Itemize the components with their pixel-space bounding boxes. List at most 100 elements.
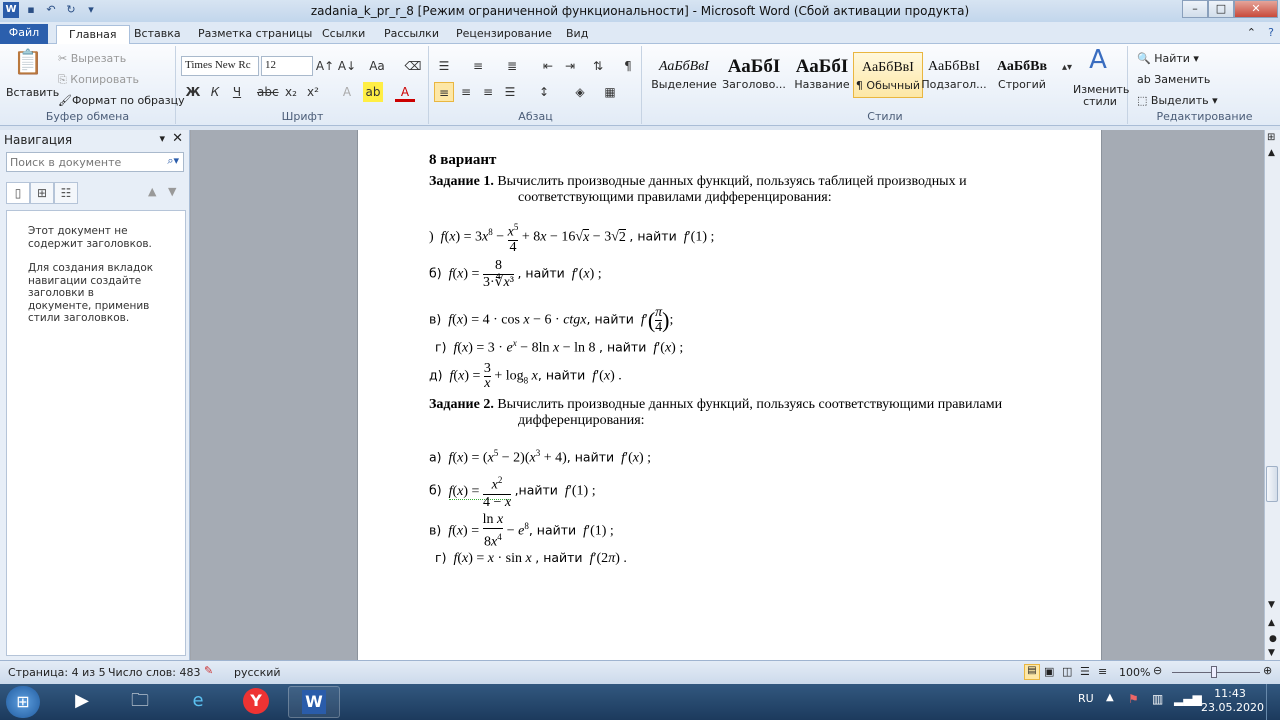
document-page[interactable]: 8 вариант Задание 1. Вычислить производн… bbox=[357, 130, 1102, 660]
zoom-out-icon[interactable]: ⊖ bbox=[1153, 664, 1162, 677]
ruler-toggle-icon[interactable]: ⊞ bbox=[1267, 132, 1275, 143]
zoom-in-icon[interactable]: ⊕ bbox=[1263, 664, 1272, 677]
close-button[interactable]: ✕ bbox=[1234, 0, 1278, 18]
strikethrough-icon[interactable]: abc bbox=[257, 82, 279, 102]
select-button[interactable]: ⬚ Выделить ▾ bbox=[1137, 94, 1218, 107]
nav-tab-headings[interactable]: ▯ bbox=[6, 182, 30, 204]
input-language[interactable]: RU bbox=[1078, 692, 1094, 705]
media-player-icon[interactable]: ▶ bbox=[56, 686, 108, 718]
view-print-layout-icon[interactable]: ▤ bbox=[1024, 664, 1040, 680]
superscript-icon[interactable]: x² bbox=[303, 82, 323, 102]
numbering-icon[interactable]: ≡ bbox=[468, 56, 488, 76]
nav-tab-pages[interactable]: ⊞ bbox=[30, 182, 54, 204]
view-outline-icon[interactable]: ☰ bbox=[1080, 665, 1090, 678]
nav-menu-icon[interactable]: ▾ bbox=[159, 132, 165, 145]
view-fullscreen-icon[interactable]: ▣ bbox=[1044, 665, 1054, 678]
ribbon-minimize-icon[interactable]: ⌃ bbox=[1247, 26, 1256, 39]
start-button-icon[interactable]: ⊞ bbox=[6, 686, 40, 718]
style-emphasis[interactable]: АаБбВвІ Выделение bbox=[649, 52, 719, 98]
tab-page-layout[interactable]: Разметка страницы bbox=[186, 25, 324, 44]
tab-file[interactable]: Файл bbox=[0, 24, 48, 44]
increase-indent-icon[interactable]: ⇥ bbox=[560, 56, 580, 76]
bullets-icon[interactable]: ☰ bbox=[434, 56, 454, 76]
replace-button[interactable]: ab Заменить bbox=[1137, 73, 1210, 86]
search-icon[interactable]: ⌕▾ bbox=[167, 154, 179, 168]
tray-clock[interactable]: 11:43 23.05.2020 bbox=[1201, 687, 1264, 715]
align-left-icon[interactable]: ≡ bbox=[434, 82, 454, 102]
decrease-indent-icon[interactable]: ⇤ bbox=[538, 56, 558, 76]
signal-icon[interactable]: ▂▄▆ bbox=[1174, 692, 1202, 706]
align-center-icon[interactable]: ≡ bbox=[456, 82, 476, 102]
minimize-button[interactable]: – bbox=[1182, 0, 1208, 18]
scroll-down-icon[interactable]: ▼ bbox=[1268, 600, 1275, 610]
font-size-combo[interactable]: 12 bbox=[261, 56, 313, 76]
tray-expand-icon[interactable]: ▲ bbox=[1106, 692, 1114, 703]
tab-review[interactable]: Рецензирование bbox=[444, 25, 564, 44]
yandex-browser-icon[interactable]: Y bbox=[230, 686, 282, 718]
style-normal[interactable]: АаБбВвІ ¶ Обычный bbox=[853, 52, 923, 98]
justify-icon[interactable]: ☰ bbox=[500, 82, 520, 102]
text-effects-icon[interactable]: A bbox=[337, 82, 357, 102]
proofing-icon[interactable]: ✎ bbox=[204, 664, 213, 677]
nav-search-input[interactable]: Поиск в документе ⌕▾ bbox=[6, 152, 184, 172]
language-status[interactable]: русский bbox=[234, 666, 281, 679]
nav-next-icon[interactable]: ▼ bbox=[168, 185, 176, 198]
font-color-icon[interactable]: A bbox=[395, 82, 415, 102]
clear-format-icon[interactable]: ⌫ bbox=[403, 56, 423, 76]
zoom-level[interactable]: 100% bbox=[1119, 666, 1150, 679]
maximize-button[interactable]: □ bbox=[1208, 0, 1234, 18]
explorer-icon[interactable]: 🗀 bbox=[114, 686, 166, 718]
copy-button[interactable]: ⎘ Копировать bbox=[58, 73, 139, 87]
help-icon[interactable]: ? bbox=[1268, 26, 1274, 39]
browse-object-icon[interactable]: ● bbox=[1269, 634, 1277, 644]
find-button[interactable]: 🔍 Найти ▾ bbox=[1137, 52, 1199, 65]
word-count[interactable]: Число слов: 483 bbox=[108, 666, 201, 679]
highlight-icon[interactable]: ab bbox=[363, 82, 383, 102]
next-page-icon[interactable]: ▼ bbox=[1268, 648, 1275, 658]
action-center-icon[interactable]: ⚑ bbox=[1128, 692, 1139, 706]
tab-view[interactable]: Вид bbox=[554, 25, 600, 44]
page-count[interactable]: Страница: 4 из 5 bbox=[8, 666, 106, 679]
show-desktop-button[interactable] bbox=[1266, 684, 1280, 720]
shading-icon[interactable]: ◈ bbox=[570, 82, 590, 102]
paste-button[interactable]: Вставить bbox=[6, 86, 59, 99]
font-name-combo[interactable]: Times New Rc bbox=[181, 56, 259, 76]
grow-font-icon[interactable]: A↑ bbox=[315, 56, 335, 76]
style-strong[interactable]: АаБбВв Строгий bbox=[987, 52, 1057, 98]
italic-icon[interactable]: К bbox=[205, 82, 225, 102]
underline-icon[interactable]: Ч bbox=[227, 82, 247, 102]
change-styles-button[interactable]: Изменить стили bbox=[1073, 84, 1129, 108]
style-heading1[interactable]: АаБбІ Заголово... bbox=[719, 52, 789, 98]
change-styles-icon[interactable]: A bbox=[1083, 47, 1113, 80]
multilevel-icon[interactable]: ≣ bbox=[502, 56, 522, 76]
ie-icon[interactable]: e bbox=[172, 686, 224, 718]
align-right-icon[interactable]: ≡ bbox=[478, 82, 498, 102]
word-taskbar-icon[interactable]: W bbox=[288, 686, 340, 718]
scroll-up-icon[interactable]: ▲ bbox=[1268, 148, 1275, 158]
tab-references[interactable]: Ссылки bbox=[310, 25, 377, 44]
network-icon[interactable]: ▥ bbox=[1152, 692, 1163, 706]
scroll-thumb[interactable] bbox=[1266, 466, 1278, 502]
tab-mailings[interactable]: Рассылки bbox=[372, 25, 451, 44]
view-draft-icon[interactable]: ≡ bbox=[1098, 665, 1107, 678]
change-case-icon[interactable]: Aa bbox=[367, 56, 387, 76]
format-painter-button[interactable]: 🖌Формат по образцу bbox=[58, 94, 185, 107]
line-spacing-icon[interactable]: ↕ bbox=[534, 82, 554, 102]
nav-prev-icon[interactable]: ▲ bbox=[148, 185, 156, 198]
shrink-font-icon[interactable]: A↓ bbox=[337, 56, 357, 76]
paste-icon[interactable]: 📋 bbox=[12, 50, 44, 82]
zoom-slider-thumb[interactable] bbox=[1211, 666, 1217, 678]
prev-page-icon[interactable]: ▲ bbox=[1268, 618, 1275, 628]
bold-icon[interactable]: Ж bbox=[183, 82, 203, 102]
cut-button[interactable]: ✂ Вырезать bbox=[58, 52, 126, 65]
vertical-scrollbar[interactable]: ⊞ ▲ ▼ ▲ ● ▼ bbox=[1264, 130, 1280, 660]
pilcrow-icon[interactable]: ¶ bbox=[618, 56, 638, 76]
tab-insert[interactable]: Вставка bbox=[122, 25, 193, 44]
nav-tab-results[interactable]: ☷ bbox=[54, 182, 78, 204]
view-web-icon[interactable]: ◫ bbox=[1062, 665, 1072, 678]
style-subtitle[interactable]: АаБбВвІ Подзагол... bbox=[919, 52, 989, 98]
nav-close-icon[interactable]: ✕ bbox=[172, 131, 183, 146]
style-title[interactable]: АаБбІ Название bbox=[787, 52, 857, 98]
subscript-icon[interactable]: x₂ bbox=[281, 82, 301, 102]
tab-home[interactable]: Главная bbox=[56, 25, 130, 44]
